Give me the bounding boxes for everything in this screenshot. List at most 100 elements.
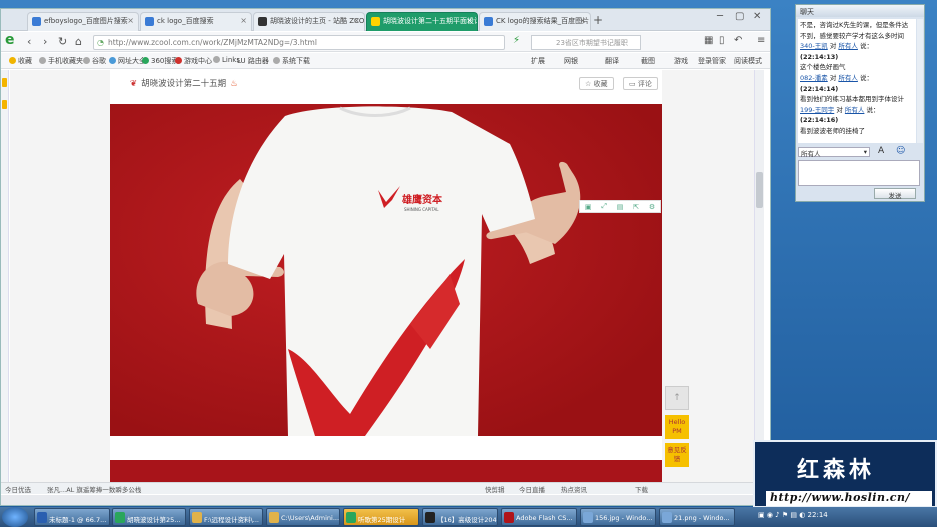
undo-icon[interactable]: ↶ bbox=[734, 35, 742, 46]
bookmark-item[interactable]: 网址大全 bbox=[109, 56, 146, 66]
tab-active-work[interactable]: 胡晓波设计第二十五期平面设计 × bbox=[366, 12, 478, 31]
bookmark-item[interactable]: 手机收藏夹 bbox=[39, 56, 83, 66]
taskbar-item[interactable]: 156.jpg - Windo... bbox=[580, 508, 656, 526]
close-window-icon[interactable]: ✕ bbox=[753, 11, 761, 22]
tshirt-photo[interactable]: 雄鹰资本 SHINING CAPITAL ▣ ⤢ ▤ ⇱ ⚙ bbox=[110, 104, 662, 436]
home-icon[interactable]: ⌂ bbox=[75, 35, 82, 48]
bookmark-item[interactable]: LU 路由器 bbox=[237, 56, 269, 66]
close-icon[interactable]: × bbox=[579, 16, 586, 25]
chat-recipient[interactable]: 所有人 bbox=[845, 106, 865, 114]
bookmark-item[interactable]: 游戏中心 bbox=[175, 56, 212, 66]
hello-pm-label: Hello PM bbox=[668, 418, 686, 435]
vertical-scrollbar[interactable] bbox=[754, 70, 764, 482]
save-icon[interactable]: ▤ bbox=[617, 203, 624, 211]
taskbar-item[interactable]: Adobe Flash CS... bbox=[501, 508, 577, 526]
image-icon bbox=[583, 512, 593, 523]
scrollbar-thumb[interactable] bbox=[756, 172, 763, 208]
taskbar-item[interactable]: 未标题-1 @ 66.7... bbox=[34, 508, 110, 526]
tab-ck-logo[interactable]: ck logo_百度搜索 × bbox=[140, 12, 252, 31]
taskbar-item[interactable]: 21.png - Windo... bbox=[659, 508, 735, 526]
back-to-top-button[interactable]: ↑ bbox=[665, 386, 689, 410]
speed-icon[interactable]: ⚡ bbox=[513, 35, 520, 46]
comment-button[interactable]: ▭ 评论 bbox=[623, 77, 658, 90]
status-item[interactable]: 快剪辑 bbox=[485, 484, 505, 494]
bookmark-item[interactable]: 收藏 bbox=[9, 56, 32, 66]
chat-recipient[interactable]: 所有人 bbox=[838, 42, 858, 50]
tray-icons[interactable]: ▣ ◉ ♪ ⚑ ▤ ◐ bbox=[758, 511, 808, 519]
image-toolbar: ▣ ⤢ ▤ ⇱ ⚙ bbox=[579, 200, 661, 213]
taskbar-label: 21.png - Windo... bbox=[674, 514, 730, 522]
bookmark-item[interactable]: 系统下载 bbox=[273, 56, 310, 66]
bookmark-right-item[interactable]: 阅读模式 bbox=[734, 56, 762, 66]
back-icon[interactable]: ‹ bbox=[27, 35, 31, 48]
work-page: ❦ 胡晓波设计第二十五期 ♨ ☆ 收藏 ▭ 评论 雄鹰资本 SHINING CA… bbox=[110, 70, 662, 482]
hello-pm-button[interactable]: Hello PM bbox=[665, 415, 689, 439]
recipient-select[interactable]: 所有人 ▾ bbox=[798, 147, 870, 158]
feedback-button[interactable]: 意见反馈 bbox=[665, 443, 689, 467]
search-box[interactable]: 23省区市期望书记履职 bbox=[531, 35, 641, 50]
status-news[interactable]: 张凡...AL 旗遥筹捧一数瞬多公栈 bbox=[47, 484, 141, 494]
bookmark-item[interactable]: 谷歌 bbox=[83, 56, 106, 66]
collect-button[interactable]: ☆ 收藏 bbox=[579, 77, 614, 90]
tray-clock[interactable]: 22:14 bbox=[808, 511, 828, 519]
address-bar[interactable]: ◔ http://www.zcool.com.cn/work/ZMjMzMTA2… bbox=[93, 35, 505, 50]
bookmark-right-item[interactable]: 截图 bbox=[641, 56, 655, 66]
settings-icon[interactable]: ⚙ bbox=[649, 203, 655, 211]
taskbar-item[interactable]: 胡晓波设计第25... bbox=[112, 508, 186, 526]
chat-input[interactable] bbox=[798, 160, 920, 186]
left-sidebar bbox=[1, 70, 9, 482]
tab-efboys[interactable]: efboyslogo_百度图片搜索 × bbox=[27, 12, 139, 31]
bookmark-label: 游戏中心 bbox=[184, 57, 212, 65]
shirt-logo-cn: 雄鹰资本 bbox=[401, 193, 443, 206]
tab-profile[interactable]: 胡晓波设计的主页 - 站酷 ZCOOL × bbox=[253, 12, 365, 31]
bookmark-item[interactable]: 360搜索 bbox=[142, 56, 178, 66]
chat-sender[interactable]: 082-潘素 bbox=[800, 74, 828, 82]
expand-icon[interactable]: ⤢ bbox=[601, 202, 607, 211]
menu-grid-icon[interactable]: ▦ bbox=[704, 35, 713, 46]
send-button[interactable]: 发送 bbox=[874, 188, 916, 200]
refresh-icon[interactable]: ↻ bbox=[58, 35, 67, 48]
chat-sender-line: 199-王同宇 对 所有人 说： bbox=[800, 105, 880, 114]
close-icon[interactable]: × bbox=[353, 16, 360, 25]
bookmark-right-item[interactable]: 登录管家 bbox=[698, 56, 726, 66]
browser-logo-icon: e bbox=[5, 32, 15, 48]
maximize-icon[interactable]: ▢ bbox=[735, 11, 744, 22]
menu-icon[interactable]: ≡ bbox=[757, 35, 765, 46]
sidebar-badge[interactable] bbox=[2, 100, 7, 109]
forward-icon[interactable]: › bbox=[43, 35, 47, 48]
taskbar-item[interactable]: 【16】高级设计2040... bbox=[422, 508, 498, 526]
new-tab-button[interactable]: + bbox=[593, 13, 603, 27]
taskbar-item[interactable]: F:\远程设计资料\... bbox=[189, 508, 263, 526]
bookmark-right-item[interactable]: 网银 bbox=[564, 56, 578, 66]
bookmark-right-item[interactable]: 游戏 bbox=[674, 56, 688, 66]
sidebar-badge[interactable] bbox=[2, 78, 7, 87]
font-icon[interactable]: A bbox=[878, 146, 884, 156]
taskbar-label: 未标题-1 @ 66.7... bbox=[49, 516, 107, 524]
bookmark-right-item[interactable]: 扩展 bbox=[531, 56, 545, 66]
taskbar-item[interactable]: C:\Users\Admini... bbox=[266, 508, 340, 526]
bookmark-item[interactable]: Links bbox=[213, 56, 240, 64]
close-icon[interactable]: × bbox=[466, 16, 473, 25]
close-icon[interactable]: × bbox=[240, 16, 247, 25]
minimize-icon[interactable]: ─ bbox=[717, 11, 723, 22]
status-item[interactable]: 热点资讯 bbox=[561, 484, 587, 494]
tab-ck-images[interactable]: CK logo的搜索结果_百度图片 × bbox=[479, 12, 591, 31]
share-icon[interactable]: ⇱ bbox=[633, 203, 639, 211]
chat-recipient[interactable]: 所有人 bbox=[838, 74, 858, 82]
bookmark-right-item[interactable]: 翻译 bbox=[605, 56, 619, 66]
chat-sender[interactable]: 340-王凯 bbox=[800, 42, 828, 50]
bookmark-label: 谷歌 bbox=[92, 57, 106, 65]
fit-icon[interactable]: ▣ bbox=[585, 203, 592, 211]
taskbar: 未标题-1 @ 66.7... 胡晓波设计第25... F:\远程设计资料\..… bbox=[0, 507, 937, 527]
status-left[interactable]: 今日优选 bbox=[5, 484, 31, 494]
taskbar-label: Adobe Flash CS... bbox=[516, 514, 573, 522]
status-item[interactable]: 今日直播 bbox=[519, 484, 545, 494]
status-item[interactable]: 下载 bbox=[635, 484, 648, 494]
start-button[interactable] bbox=[2, 507, 28, 527]
close-icon[interactable]: × bbox=[127, 16, 134, 25]
taskbar-item-active[interactable]: 听歌第25期设计 bbox=[343, 508, 419, 526]
chat-scrollbar[interactable] bbox=[917, 19, 923, 143]
chat-sender[interactable]: 199-王同宇 bbox=[800, 106, 834, 114]
emoji-icon[interactable]: ☺ bbox=[896, 146, 905, 156]
phone-icon[interactable]: ▯ bbox=[719, 35, 725, 46]
